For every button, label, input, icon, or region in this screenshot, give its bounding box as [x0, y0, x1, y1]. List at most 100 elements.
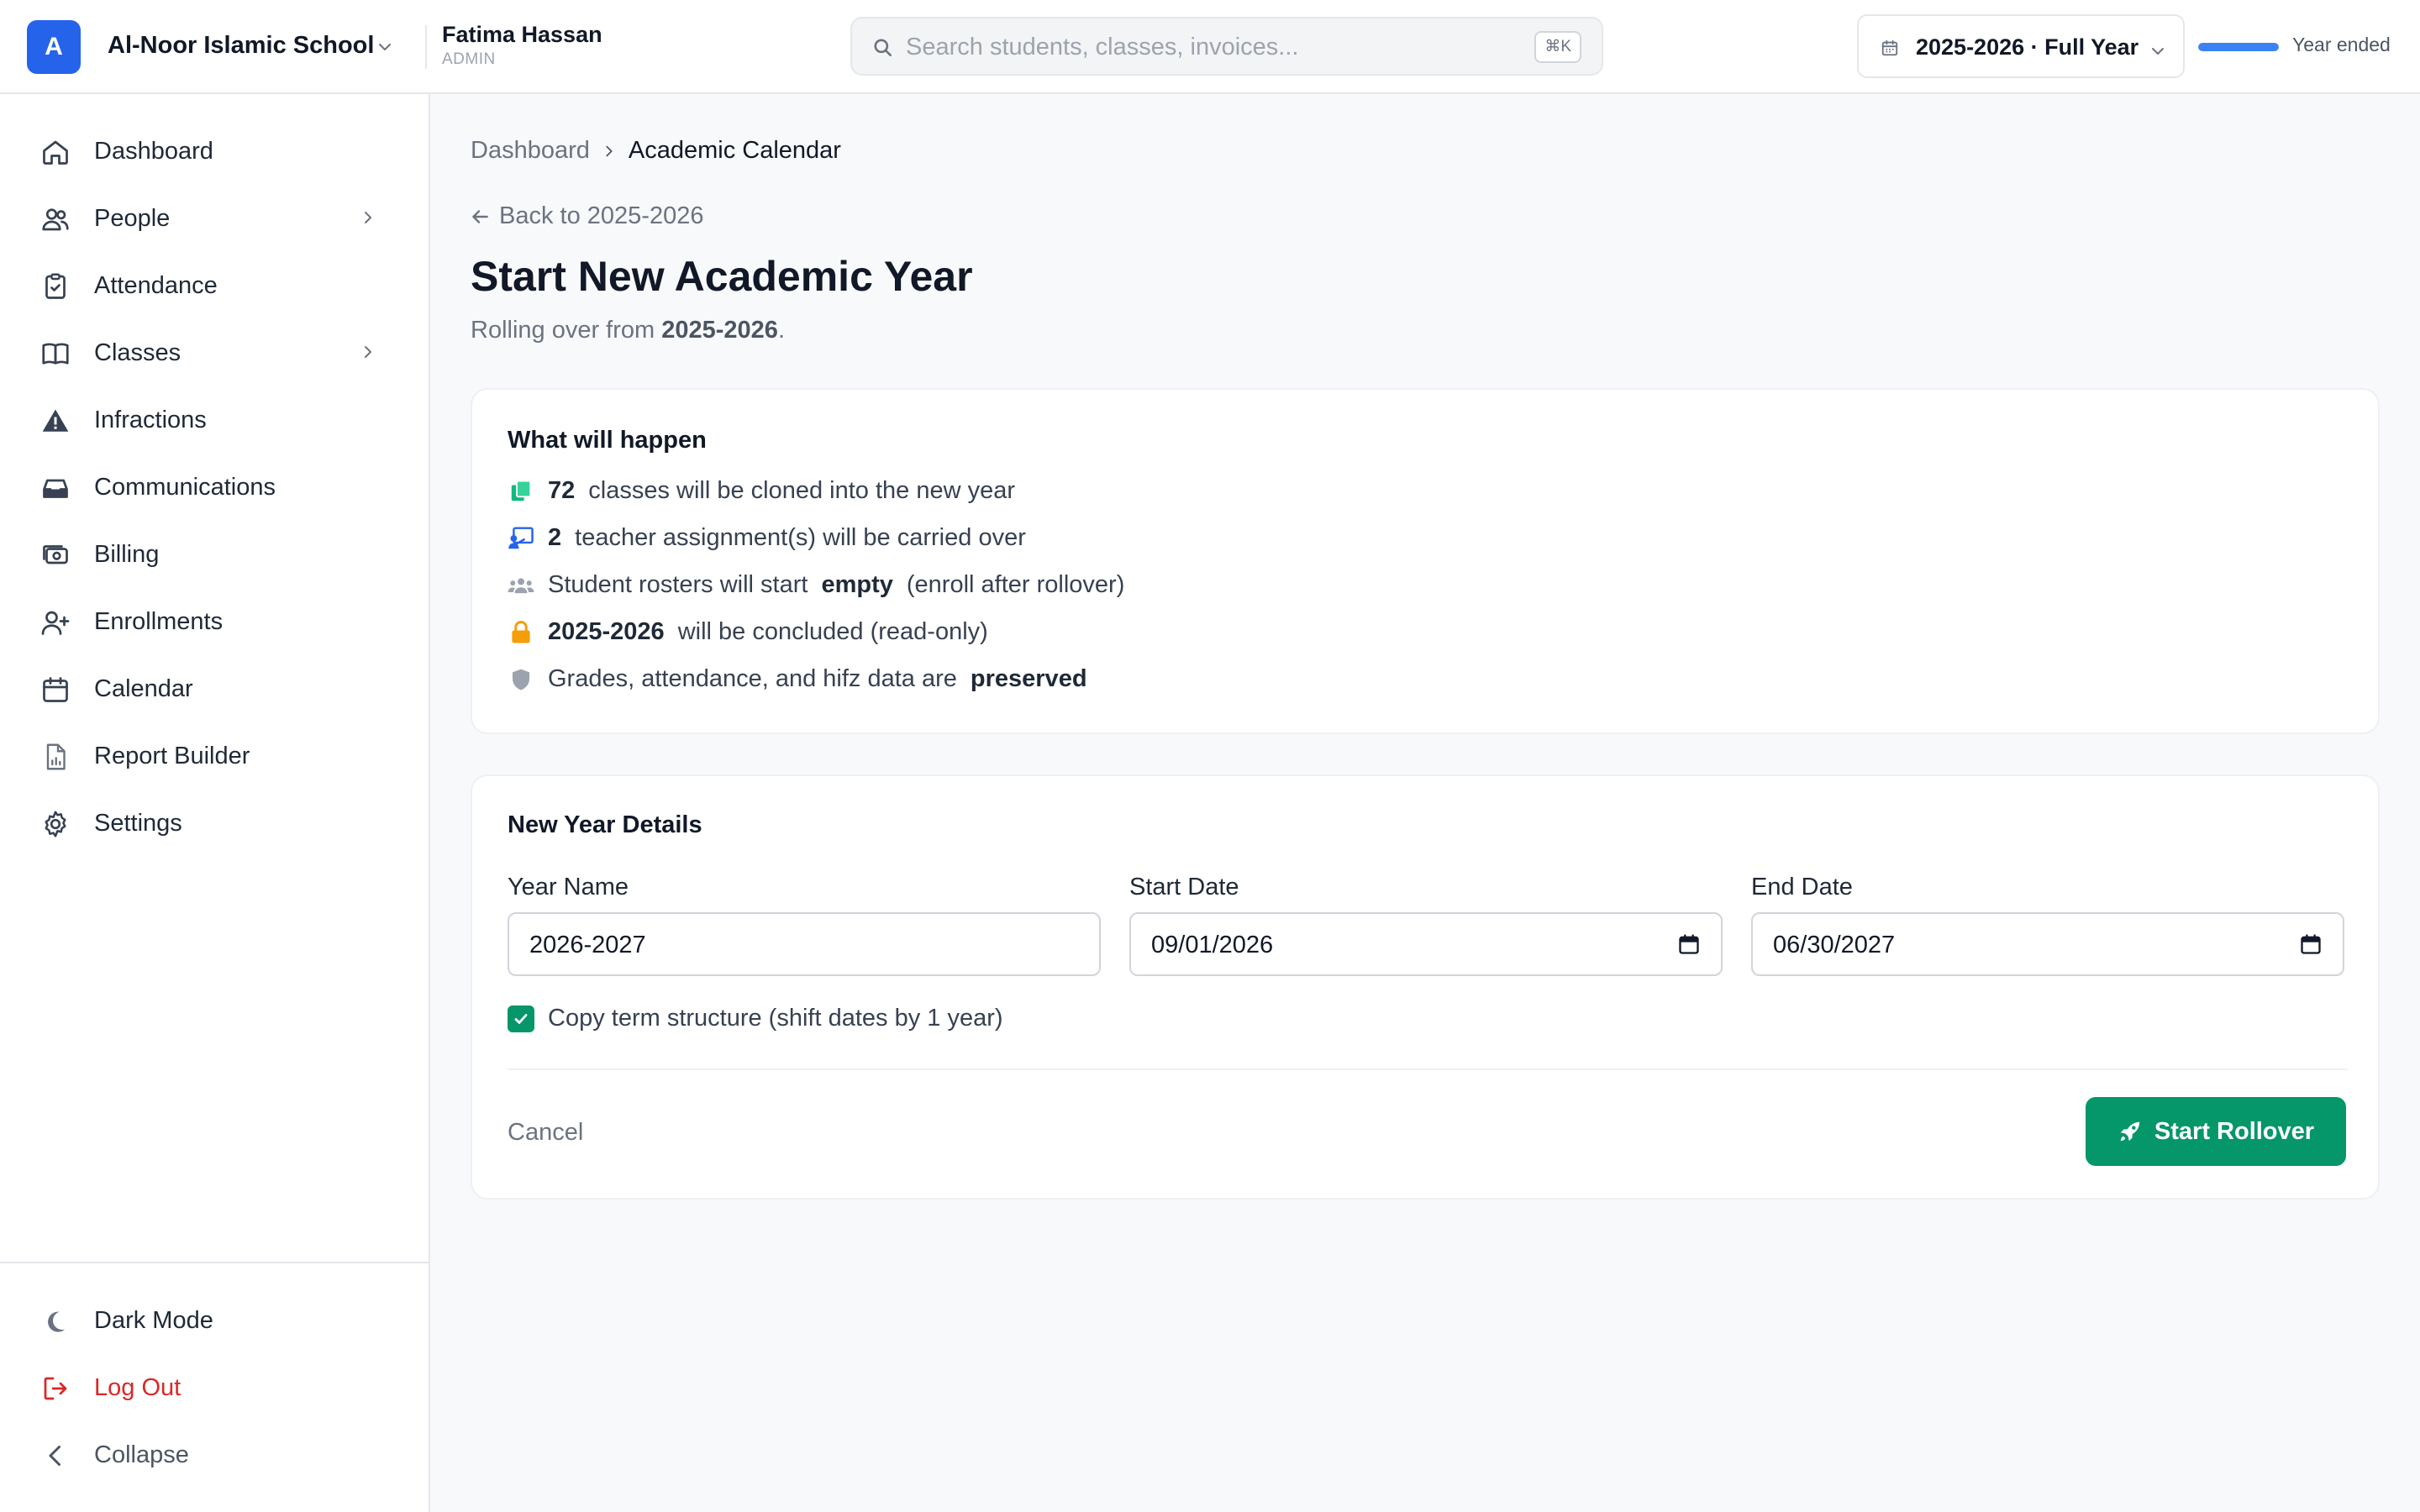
classes-count: 72	[548, 477, 576, 504]
calendar-icon	[1881, 39, 1899, 57]
sidebar-item-calendar[interactable]: Calendar	[27, 661, 397, 715]
sidebar-item-people[interactable]: People	[27, 191, 397, 244]
list-item-classes: 72 classes will be cloned into the new y…	[508, 477, 1015, 505]
sidebar-item-label: Classes	[94, 339, 182, 366]
calendar-picker-icon[interactable]	[1677, 932, 1701, 956]
breadcrumb-current: Academic Calendar	[628, 137, 841, 164]
chevron-down-icon[interactable]	[376, 39, 393, 55]
sidebar-item-label: Settings	[94, 810, 182, 837]
calendar-picker-icon[interactable]	[2299, 932, 2323, 956]
card-title: New Year Details	[508, 811, 702, 838]
org-logo[interactable]: A	[27, 20, 81, 74]
users-icon	[508, 572, 534, 599]
chevron-left-icon	[40, 1441, 71, 1471]
dark-mode-toggle[interactable]: Dark Mode	[27, 1293, 397, 1347]
back-link-label: Back to 2025-2026	[499, 202, 704, 229]
header-divider	[425, 25, 427, 69]
academic-year-label: 2025-2026 · Full Year	[1916, 34, 2139, 60]
home-icon	[40, 137, 71, 167]
new-year-details-card: New Year Details Year Name 2026-2027 Sta…	[471, 774, 2380, 1200]
sidebar-item-label: People	[94, 205, 171, 232]
shield-icon	[508, 666, 534, 693]
logout-label: Log Out	[94, 1374, 182, 1401]
sidebar-item-classes[interactable]: Classes	[27, 325, 397, 379]
chevron-down-icon	[2149, 43, 2166, 60]
sidebar-item-attendance[interactable]: Attendance	[27, 258, 397, 312]
people-icon	[40, 204, 71, 234]
year-name-label: Year Name	[508, 874, 629, 900]
sidebar-item-infractions[interactable]: Infractions	[27, 392, 397, 446]
user-name: Fatima Hassan	[442, 22, 602, 47]
sidebar-item-communications[interactable]: Communications	[27, 459, 397, 513]
list-item-teachers: 2 teacher assignment(s) will be carried …	[508, 524, 1026, 552]
card-divider	[508, 1068, 2348, 1070]
card-title: What will happen	[508, 427, 707, 454]
calendar-icon	[40, 675, 71, 705]
cancel-button[interactable]: Cancel	[508, 1119, 583, 1147]
sidebar-item-label: Calendar	[94, 675, 193, 702]
chevron-right-icon	[602, 144, 617, 159]
search-input[interactable]	[906, 29, 1494, 66]
clipboard-check-icon	[40, 271, 71, 302]
sidebar: Dashboard People Attendance Classes Infr…	[0, 94, 430, 1512]
copy-term-structure-checkbox[interactable]: Copy term structure (shift dates by 1 ye…	[508, 1005, 1003, 1032]
year-progress-bar	[2198, 43, 2279, 51]
sidebar-item-label: Dashboard	[94, 138, 213, 165]
list-item-preserved: Grades, attendance, and hifz data are pr…	[508, 665, 1087, 693]
sidebar-item-dashboard[interactable]: Dashboard	[27, 123, 397, 177]
concluded-text: will be concluded (read-only)	[677, 618, 988, 645]
teachers-text: teacher assignment(s) will be carried ov…	[575, 524, 1026, 551]
gear-icon	[40, 809, 71, 839]
sidebar-item-settings[interactable]: Settings	[27, 795, 397, 849]
year-progress-fill	[2198, 43, 2279, 51]
what-will-happen-card: What will happen 72 classes will be clon…	[471, 388, 2380, 734]
search-bar[interactable]: ⌘K	[850, 17, 1603, 76]
sidebar-item-label: Infractions	[94, 407, 207, 433]
start-date-input[interactable]: 09/01/2026	[1129, 912, 1723, 976]
warning-icon	[40, 406, 71, 436]
search-shortcut-badge: ⌘K	[1534, 31, 1581, 63]
collapse-sidebar-button[interactable]: Collapse	[27, 1427, 397, 1481]
list-item-rosters: Student rosters will start empty (enroll…	[508, 571, 1124, 599]
rosters-suffix: (enroll after rollover)	[906, 571, 1125, 598]
sidebar-item-label: Enrollments	[94, 608, 224, 635]
logout-button[interactable]: Log Out	[27, 1360, 397, 1414]
dark-mode-label: Dark Mode	[94, 1307, 213, 1334]
org-name[interactable]: Al-Noor Islamic School	[108, 32, 374, 60]
checkbox-checked-icon[interactable]	[508, 1005, 534, 1032]
start-rollover-button[interactable]: Start Rollover	[2086, 1097, 2346, 1166]
arrow-left-icon	[469, 206, 491, 228]
sidebar-item-enrollments[interactable]: Enrollments	[27, 594, 397, 648]
logout-icon	[40, 1373, 71, 1404]
inbox-icon	[40, 473, 71, 503]
concluded-year: 2025-2026	[548, 618, 665, 645]
end-date-value: 06/30/2027	[1773, 932, 1896, 958]
page-subtitle: Rolling over from 2025-2026.	[471, 317, 785, 344]
start-date-label: Start Date	[1129, 874, 1239, 900]
teachers-count: 2	[548, 524, 562, 551]
year-status: Year ended	[2292, 34, 2391, 55]
report-icon	[40, 742, 71, 772]
user-role: ADMIN	[442, 50, 496, 68]
breadcrumb-link-dashboard[interactable]: Dashboard	[471, 137, 590, 165]
chevron-right-icon	[360, 344, 376, 360]
top-bar: A Al-Noor Islamic School Fatima Hassan A…	[0, 0, 2420, 94]
copy-term-structure-label: Copy term structure (shift dates by 1 ye…	[548, 1005, 1003, 1032]
money-icon	[40, 540, 71, 570]
sidebar-item-billing[interactable]: Billing	[27, 527, 397, 580]
list-item-concluded: 2025-2026 will be concluded (read-only)	[508, 618, 988, 646]
sidebar-item-label: Report Builder	[94, 743, 250, 769]
start-rollover-label: Start Rollover	[2154, 1117, 2315, 1145]
chalkboard-teacher-icon	[508, 525, 534, 552]
academic-year-selector[interactable]: 2025-2026 · Full Year	[1857, 14, 2185, 78]
year-name-value: 2026-2027	[529, 932, 646, 958]
year-name-input[interactable]: 2026-2027	[508, 912, 1101, 976]
end-date-label: End Date	[1751, 874, 1853, 900]
back-link[interactable]: Back to 2025-2026	[469, 202, 703, 230]
end-date-input[interactable]: 06/30/2027	[1751, 912, 2344, 976]
collapse-label: Collapse	[94, 1441, 189, 1468]
sidebar-item-report-builder[interactable]: Report Builder	[27, 728, 397, 782]
start-date-value: 09/01/2026	[1151, 932, 1274, 958]
rocket-icon	[2118, 1119, 2143, 1144]
page-title: Start New Academic Year	[471, 253, 973, 300]
